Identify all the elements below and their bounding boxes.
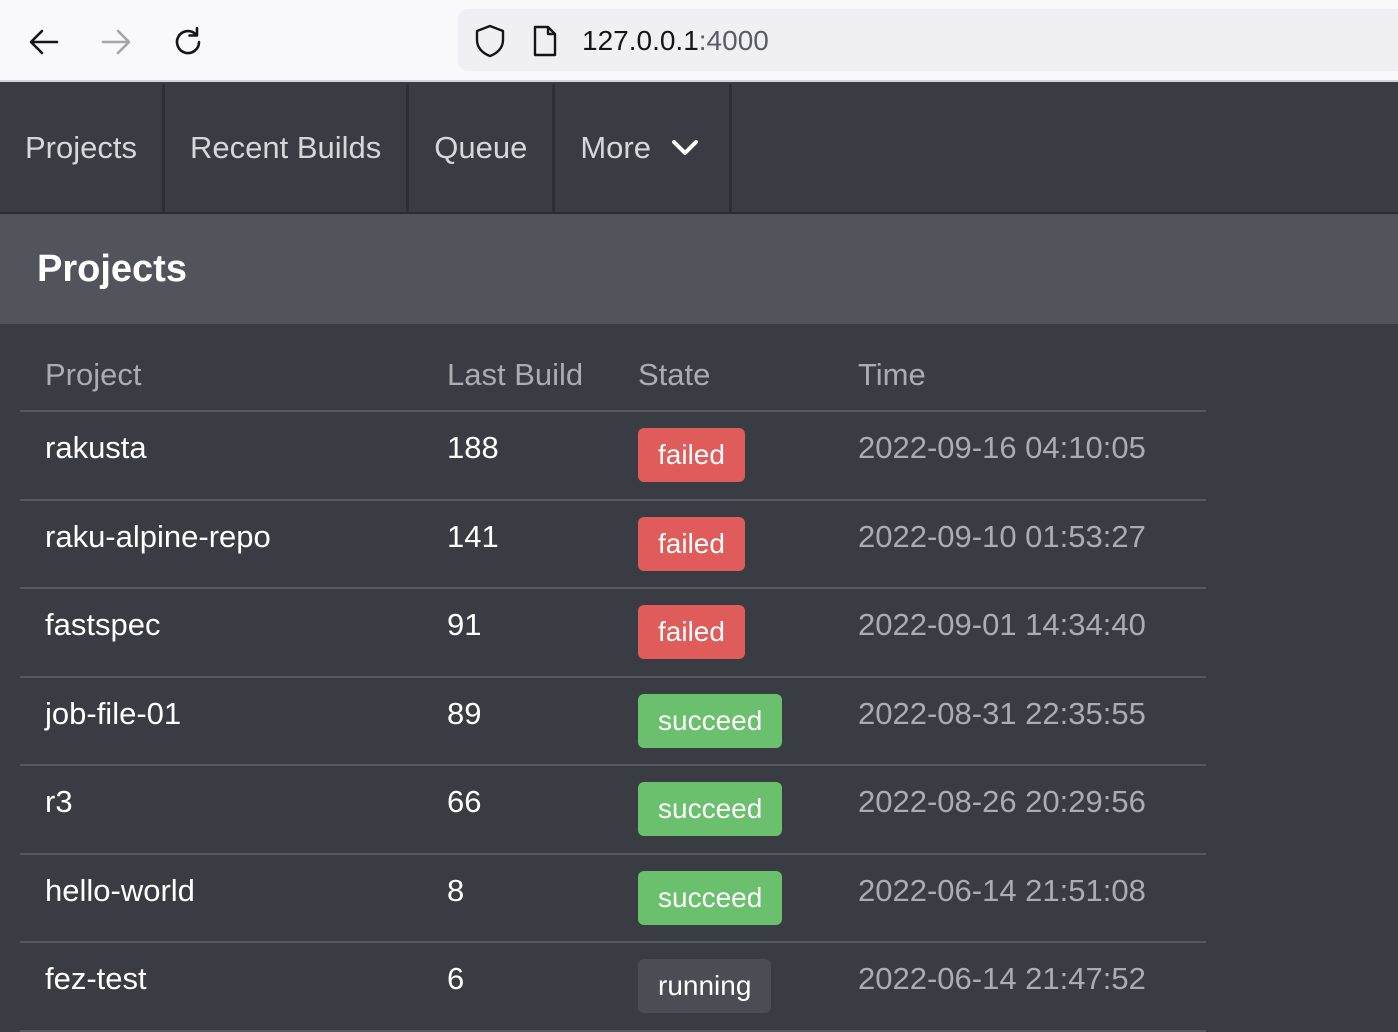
table-row: hello-world 8 succeed 2022-06-14 21:51:0… xyxy=(20,855,1206,943)
app-navbar: Projects Recent Builds Queue More xyxy=(0,84,1398,214)
table-row: job-file-01 89 succeed 2022-08-31 22:35:… xyxy=(20,678,1206,766)
status-badge: succeed xyxy=(638,693,783,748)
project-name-link[interactable]: job-file-01 xyxy=(45,696,181,732)
address-bar[interactable]: 127.0.0.1:4000 xyxy=(458,9,1398,71)
chevron-down-icon xyxy=(671,139,699,157)
build-time: 2022-06-14 21:47:52 xyxy=(858,961,1146,996)
last-build-link[interactable]: 66 xyxy=(447,784,481,820)
nav-more-label: More xyxy=(580,130,651,165)
reload-icon[interactable] xyxy=(164,18,212,66)
last-build-link[interactable]: 141 xyxy=(447,519,499,555)
build-time: 2022-09-01 14:34:40 xyxy=(858,607,1146,642)
column-header-last-build: Last Build xyxy=(447,357,584,392)
table-row: raku-alpine-repo 141 failed 2022-09-10 0… xyxy=(20,501,1206,589)
projects-table: Project Last Build State Time rakusta 18… xyxy=(20,324,1206,1032)
table-row: r3 66 succeed 2022-08-26 20:29:56 xyxy=(20,766,1206,855)
nav-more-dropdown[interactable]: More xyxy=(555,84,732,212)
last-build-link[interactable]: 89 xyxy=(447,696,481,732)
status-badge: failed xyxy=(638,516,745,571)
table-row: rakusta 188 failed 2022-09-16 04:10:05 xyxy=(20,412,1206,501)
url-host: 127.0.0.1 xyxy=(582,25,699,56)
nav-projects[interactable]: Projects xyxy=(0,84,165,212)
table-header: Project Last Build State Time xyxy=(20,324,1206,412)
status-badge: succeed xyxy=(638,782,783,836)
column-header-project: Project xyxy=(45,357,142,392)
back-arrow-icon[interactable] xyxy=(20,18,68,66)
page-header: Projects xyxy=(0,214,1398,324)
status-badge: failed xyxy=(638,428,745,482)
build-time: 2022-08-31 22:35:55 xyxy=(858,695,1146,731)
last-build-link[interactable]: 8 xyxy=(447,873,464,909)
column-header-state: State xyxy=(638,357,711,392)
table-row: fastspec 91 failed 2022-09-01 14:34:40 xyxy=(20,589,1206,678)
build-time: 2022-08-26 20:29:56 xyxy=(858,784,1146,819)
last-build-link[interactable]: 188 xyxy=(447,430,499,466)
build-time: 2022-09-10 01:53:27 xyxy=(858,518,1146,554)
status-badge: running xyxy=(638,959,772,1013)
last-build-link[interactable]: 91 xyxy=(447,607,481,643)
table-row: fez-test 6 running 2022-06-14 21:47:52 xyxy=(20,943,1206,1032)
build-time: 2022-06-14 21:51:08 xyxy=(858,872,1146,908)
project-name-link[interactable]: fez-test xyxy=(45,961,147,997)
browser-toolbar: 127.0.0.1:4000 xyxy=(0,0,1398,82)
project-name-link[interactable]: fastspec xyxy=(45,607,160,643)
last-build-link[interactable]: 6 xyxy=(447,961,464,997)
shield-icon[interactable] xyxy=(474,24,506,63)
nav-queue[interactable]: Queue xyxy=(409,84,556,212)
nav-recent-builds[interactable]: Recent Builds xyxy=(165,84,410,212)
project-name-link[interactable]: raku-alpine-repo xyxy=(45,519,271,555)
project-name-link[interactable]: hello-world xyxy=(45,873,195,909)
forward-arrow-icon[interactable] xyxy=(92,18,140,66)
page-icon xyxy=(532,25,558,62)
build-time: 2022-09-16 04:10:05 xyxy=(858,430,1146,465)
status-badge: failed xyxy=(638,605,745,659)
status-badge: succeed xyxy=(638,870,783,925)
project-name-link[interactable]: r3 xyxy=(45,784,73,820)
column-header-time: Time xyxy=(858,357,926,392)
page-title: Projects xyxy=(37,248,187,290)
url-port: :4000 xyxy=(698,25,769,56)
url-text: 127.0.0.1:4000 xyxy=(582,25,769,57)
project-name-link[interactable]: rakusta xyxy=(45,430,147,466)
